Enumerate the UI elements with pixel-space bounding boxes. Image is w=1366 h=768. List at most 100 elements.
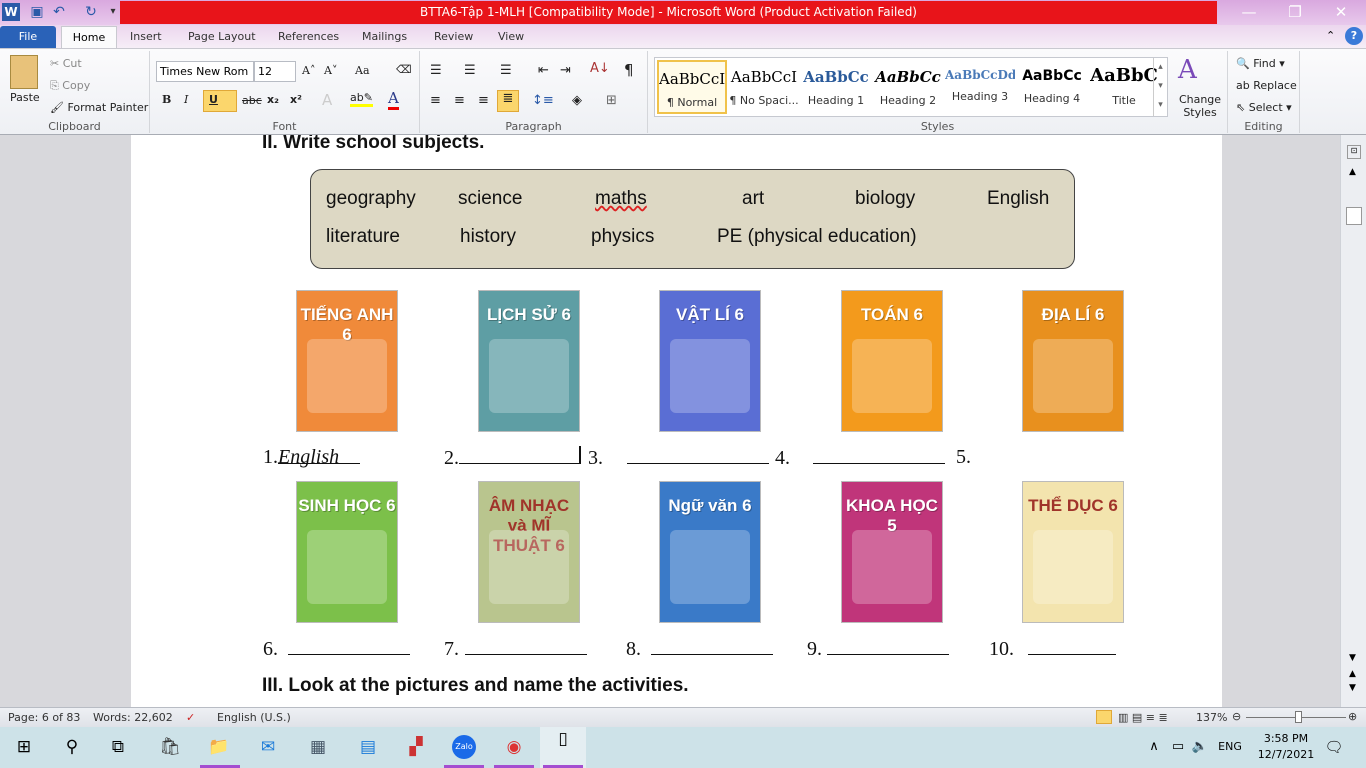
clock[interactable]: 3:58 PM 12/7/2021 [1256,731,1316,763]
answer-1[interactable]: 1.English [263,446,360,469]
italic-button[interactable]: I [184,93,188,106]
tab-review[interactable]: Review [422,25,485,48]
line-spacing-icon[interactable]: ↕≡ [532,93,554,108]
style-normal[interactable]: AaBbCcI ¶ Normal [657,60,727,114]
multilevel-list-icon[interactable]: ☰ [500,63,512,78]
tab-references[interactable]: References [266,25,351,48]
shrink-font-button[interactable]: A˅ [324,64,337,77]
zoom-level[interactable]: 137% [1196,711,1227,724]
word-count[interactable]: Words: 22,602 [93,711,173,724]
zoom-in-icon[interactable]: ⊕ [1348,710,1357,723]
cut-button[interactable]: ✂ Cut [50,57,82,70]
file-explorer-icon[interactable]: 📁 [207,735,231,759]
notifications-icon[interactable]: 🗨 [1322,735,1346,759]
show-hidden-icons[interactable]: ∧ [1142,735,1166,759]
scroll-up-icon[interactable]: ▲ [1349,167,1356,177]
bold-button[interactable]: B [162,93,171,106]
align-left-icon[interactable]: ≡ [430,93,441,108]
find-button[interactable]: 🔍 Find ▾ [1236,57,1285,70]
answer-value[interactable] [827,637,949,655]
zoom-out-icon[interactable]: ⊖ [1232,710,1241,723]
mail-icon[interactable]: ✉ [256,735,280,759]
windows-start-icon[interactable]: ⊞ [12,735,36,759]
next-page-icon[interactable]: ▼ [1349,683,1356,693]
answer-8[interactable]: 8. [626,637,773,661]
font-color-icon[interactable]: A [388,89,399,110]
answer-value[interactable] [459,446,581,464]
style-heading-2[interactable]: AaBbCc Heading 2 [873,60,943,114]
answer-value[interactable] [288,637,410,655]
answer-value[interactable]: English [278,446,360,468]
answer-6[interactable]: 6. [263,637,410,661]
font-size-select[interactable]: 12 [254,61,296,82]
redo-icon[interactable]: ↻ [82,3,100,21]
store-icon[interactable]: 🛍 [158,735,182,759]
decrease-indent-icon[interactable]: ⇤ [538,63,549,78]
answer-3[interactable]: 3. [588,446,769,470]
undo-icon[interactable]: ↶ [50,3,68,21]
word-taskbar-icon[interactable]: ▯ [540,727,586,768]
copy-button[interactable]: ⎘ Copy [50,79,90,93]
scroll-down-icon[interactable]: ▼ [1349,653,1356,663]
numbering-icon[interactable]: ☰ [464,63,476,78]
text-effects-icon[interactable]: A [322,91,332,109]
tab-mailings[interactable]: Mailings [350,25,419,48]
app-icon[interactable]: ▞ [404,735,428,759]
zalo-icon[interactable]: Zalo [452,735,476,759]
proofing-icon[interactable]: ✓ [186,711,195,724]
borders-icon[interactable]: ⊞ [606,93,617,108]
highlight-icon[interactable]: ab✎ [350,91,373,107]
zoom-slider-thumb[interactable] [1295,711,1302,723]
scroll-thumb[interactable] [1346,207,1362,225]
change-styles-button[interactable]: Change Styles [1178,93,1222,119]
select-button[interactable]: ⇖ Select ▾ [1236,101,1292,114]
tab-insert[interactable]: Insert [118,25,174,48]
answer-7[interactable]: 7. [444,637,587,661]
tab-view[interactable]: View [486,25,536,48]
sort-icon[interactable]: A↓ [590,61,610,76]
strikethrough-button[interactable]: abc [242,94,262,107]
shading-icon[interactable]: ◈ [572,93,582,108]
answer-value[interactable] [465,637,587,655]
show-formatting-button[interactable]: ¶ [624,61,634,79]
help-icon[interactable]: ? [1345,27,1363,45]
calendar-icon[interactable]: ▤ [356,735,380,759]
previous-page-icon[interactable]: ▲ [1349,669,1356,679]
minimize-ribbon-icon[interactable]: ⌃ [1326,29,1335,42]
ruler-toggle-icon[interactable]: ⊡ [1347,145,1361,159]
print-layout-icon[interactable] [1096,710,1112,724]
replace-button[interactable]: ab Replace [1236,79,1297,92]
bullets-icon[interactable]: ☰ [430,63,442,78]
underline-button[interactable]: U [203,90,237,112]
style-heading-3[interactable]: AaBbCcDd Heading 3 [945,60,1015,114]
answer-10[interactable]: 10. [989,637,1116,661]
style-title[interactable]: AaBbC Title [1089,60,1159,114]
format-painter-button[interactable]: 🖌 Format Painter [50,101,148,114]
answer-2[interactable]: 2. [444,446,581,470]
search-icon[interactable]: ⚲ [60,735,84,759]
style-heading-1[interactable]: AaBbCc Heading 1 [801,60,871,114]
close-button[interactable]: ✕ [1318,0,1364,25]
answer-value[interactable] [1028,637,1116,655]
justify-icon[interactable]: ≣ [497,90,519,112]
volume-icon[interactable]: 🔈 [1188,735,1212,759]
answer-9[interactable]: 9. [807,637,949,661]
save-icon[interactable]: ▣ [28,3,46,21]
align-center-icon[interactable]: ≡ [454,93,465,108]
font-name-select[interactable]: Times New Rom [156,61,254,82]
styles-scroll[interactable]: ▴ ▾ ▾ [1153,58,1167,116]
superscript-button[interactable]: x² [290,93,302,106]
change-case-button[interactable]: Aa [355,64,370,77]
answer-value[interactable] [627,446,769,464]
increase-indent-icon[interactable]: ⇥ [560,63,571,78]
paste-button[interactable]: Paste [10,91,40,104]
chrome-icon[interactable]: ◉ [502,735,526,759]
answer-4[interactable]: 4. [775,446,945,470]
tab-file[interactable]: File [0,26,56,48]
vertical-scrollbar[interactable]: ⊡ ▲ ▼ ▲ ▼ [1340,135,1366,707]
align-right-icon[interactable]: ≡ [478,93,489,108]
task-view-icon[interactable]: ⧉ [106,735,130,759]
network-icon[interactable]: ▭ [1166,735,1190,759]
answer-value[interactable] [651,637,773,655]
calculator-icon[interactable]: ▦ [306,735,330,759]
